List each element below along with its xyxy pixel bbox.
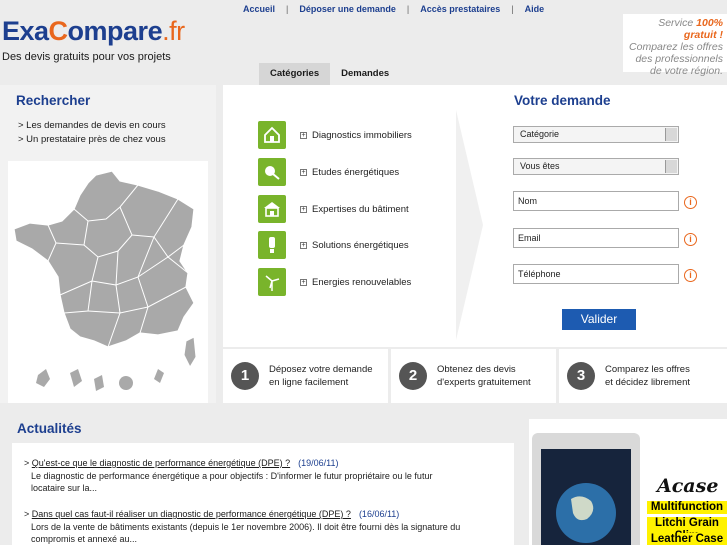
step-text: Comparez les offres et décidez librement xyxy=(605,364,691,388)
building-icon xyxy=(258,195,286,223)
expand-icon[interactable]: + xyxy=(300,205,307,213)
valider-button[interactable]: Valider xyxy=(562,309,636,330)
vous-etes-select[interactable]: Vous êtes xyxy=(513,158,679,175)
wind-turbine-icon xyxy=(258,268,286,296)
step-number-badge: 3 xyxy=(567,362,595,390)
demandes-en-cours-link[interactable]: > Les demandes de devis en cours xyxy=(18,120,166,131)
site-logo[interactable]: ExaCompare.fr xyxy=(2,18,185,45)
nav-deposer-link[interactable]: Déposer une demande xyxy=(288,4,407,14)
category-label: Energies renouvelables xyxy=(312,276,412,288)
house-icon xyxy=(258,121,286,149)
news-title-row: > Dans quel cas faut-il réaliser un diag… xyxy=(24,509,400,519)
ad-line-3: Leather Case xyxy=(647,533,727,545)
service-promo-box: Service 100% gratuit ! Comparez les offr… xyxy=(623,14,727,77)
main-panel: + Diagnostics immobiliers + Etudes énerg… xyxy=(223,85,727,347)
logo-text-c: C xyxy=(48,16,69,46)
rechercher-heading: Rechercher xyxy=(16,93,91,108)
step-1: 1 Déposez votre demande en ligne facileme… xyxy=(223,349,388,403)
category-expertises-batiment[interactable]: + Expertises du bâtiment xyxy=(258,195,458,223)
dropdown-arrow-icon[interactable] xyxy=(665,160,677,173)
ad-line-1: Multifunction xyxy=(647,501,727,514)
category-label: Etudes énergétiques xyxy=(312,166,400,178)
service-line-1: Service 100% gratuit ! xyxy=(658,17,723,41)
category-energies-renouvelables[interactable]: + Energies renouvelables xyxy=(258,268,458,296)
news-date: (19/06/11) xyxy=(298,458,339,468)
expand-icon[interactable]: + xyxy=(300,131,307,139)
ad-brand-logo: Acase xyxy=(657,475,719,497)
step-3: 3 Comparez les offres et décidez libremen… xyxy=(559,349,727,403)
step-2: 2 Obtenez des devis d'experts gratuitemen… xyxy=(391,349,556,403)
page: Accueil | Déposer une demande | Accès pr… xyxy=(0,0,727,545)
news-item: > Qu'est-ce que le diagnostic de perform… xyxy=(24,457,494,495)
telephone-field[interactable]: Téléphone xyxy=(513,264,679,284)
step-number-badge: 1 xyxy=(231,362,259,390)
nom-info-icon[interactable]: i xyxy=(684,196,697,209)
service-line-4: de votre région. xyxy=(650,65,723,77)
category-label: Expertises du bâtiment xyxy=(312,203,409,215)
service-line-2: Comparez les offres xyxy=(629,41,723,53)
mainland-outline[interactable] xyxy=(13,170,195,348)
overseas-territories[interactable] xyxy=(36,369,164,391)
prestataire-proche-link[interactable]: > Un prestataire près de chez vous xyxy=(18,134,166,145)
logo-text-exa: Exa xyxy=(2,16,49,46)
france-map[interactable] xyxy=(8,161,208,403)
news-title-link[interactable]: Dans quel cas faut-il réaliser un diagno… xyxy=(32,509,351,519)
category-label: Solutions énergétiques xyxy=(312,239,409,251)
news-title-row: > Qu'est-ce que le diagnostic de perform… xyxy=(24,458,339,468)
category-solutions-energetiques[interactable]: + Solutions énergétiques xyxy=(258,231,458,259)
news-item: > Dans quel cas faut-il réaliser un diag… xyxy=(24,508,494,545)
logo-text-fr: .fr xyxy=(162,16,185,46)
vous-etes-select-value: Vous êtes xyxy=(520,161,560,171)
search-panel: Rechercher > Les demandes de devis en co… xyxy=(0,85,216,403)
tagline: Des devis gratuits pour vos projets xyxy=(2,51,171,63)
categorie-select[interactable]: Catégorie xyxy=(513,126,679,143)
separator-arrow xyxy=(456,110,483,340)
category-etudes-energetiques[interactable]: + Etudes énergétiques xyxy=(258,158,458,186)
advertisement-banner[interactable]: Acase Multifunction Litchi Grain Slim Le… xyxy=(529,419,727,545)
service-line-3: des professionnels xyxy=(635,53,723,65)
categorie-select-value: Catégorie xyxy=(520,129,560,139)
email-field[interactable]: Email xyxy=(513,228,679,248)
nav-acces-link[interactable]: Accès prestataires xyxy=(409,4,511,14)
top-navigation: Accueil | Déposer une demande | Accès pr… xyxy=(232,4,555,14)
expand-icon[interactable]: + xyxy=(300,278,307,286)
corsica-region[interactable] xyxy=(183,336,197,369)
step-number-badge: 2 xyxy=(399,362,427,390)
actualites-heading: Actualités xyxy=(17,421,82,436)
email-info-icon[interactable]: i xyxy=(684,233,697,246)
category-diagnostics-immobiliers[interactable]: + Diagnostics immobiliers xyxy=(258,121,458,149)
tablet-screen-image xyxy=(541,449,631,545)
plug-icon xyxy=(258,158,286,186)
tab-bar: Catégories Demandes xyxy=(259,63,400,85)
step-text: Obtenez des devis d'experts gratuitement xyxy=(437,364,531,388)
votre-demande-heading: Votre demande xyxy=(514,93,611,108)
step-text: Déposez votre demande en ligne facilement xyxy=(269,364,373,388)
news-description: Le diagnostic de performance énergétique… xyxy=(31,470,433,494)
telephone-info-icon[interactable]: i xyxy=(684,269,697,282)
news-list: > Qu'est-ce que le diagnostic de perform… xyxy=(12,443,514,545)
nav-accueil-link[interactable]: Accueil xyxy=(232,4,286,14)
news-description: Lors de la vente de bâtiments existants … xyxy=(31,521,461,545)
nom-field[interactable]: Nom xyxy=(513,191,679,211)
tab-categories[interactable]: Catégories xyxy=(259,63,331,85)
news-date: (16/06/11) xyxy=(358,509,400,519)
nav-aide-link[interactable]: Aide xyxy=(514,4,556,14)
tab-demandes[interactable]: Demandes xyxy=(330,63,400,85)
dropdown-arrow-icon[interactable] xyxy=(665,128,677,141)
news-title-link[interactable]: Qu'est-ce que le diagnostic de performan… xyxy=(32,458,290,468)
logo-text-ompare: ompare xyxy=(67,16,163,46)
category-label: Diagnostics immobiliers xyxy=(312,129,412,141)
expand-icon[interactable]: + xyxy=(300,168,307,176)
bulb-icon xyxy=(258,231,286,259)
expand-icon[interactable]: + xyxy=(300,241,307,249)
france-map-svg xyxy=(13,170,197,391)
